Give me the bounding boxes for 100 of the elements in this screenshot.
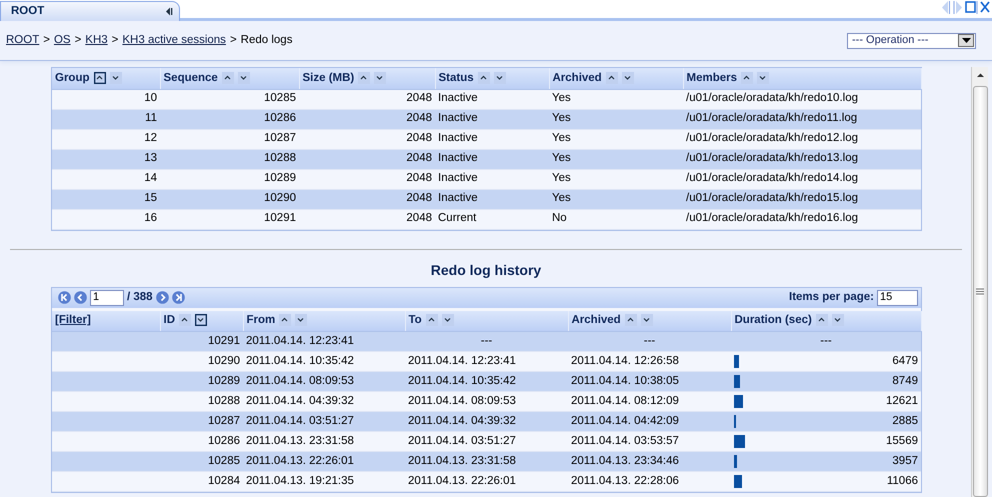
table-cell-text: 3957 [892, 454, 918, 469]
table-cell: 2011.04.13. 22:28:06 [568, 472, 731, 492]
breadcrumb-current: Redo logs [240, 34, 292, 46]
table-cell: No [549, 209, 683, 229]
table-cell-text: 12621 [886, 394, 918, 409]
first-page-icon[interactable] [58, 291, 71, 304]
table-cell: 13 [52, 149, 160, 169]
root-tab[interactable]: ROOT [0, 1, 180, 21]
table-cell: --- [405, 332, 568, 352]
table-cell: 2048 [299, 169, 435, 189]
table-cell: 10291 [160, 209, 299, 229]
table-cell: Inactive [435, 129, 549, 149]
next-page-icon[interactable] [156, 291, 169, 304]
table-cell: Yes [549, 149, 683, 169]
table-cell: /u01/oracle/oradata/kh/redo12.log [683, 129, 921, 149]
table-cell: 2011.04.14. 08:09:53 [243, 372, 405, 392]
table-cell: 2011.04.14. 03:53:57 [568, 432, 731, 452]
items-per-page-label: Items per page: [789, 290, 874, 305]
table-cell: 10 [52, 89, 160, 109]
table-cell: 2011.04.13. 23:34:46 [568, 452, 731, 472]
table-cell: 10285 [160, 89, 299, 109]
table-cell: Inactive [435, 109, 549, 129]
table-cell: 14 [52, 169, 160, 189]
table-cell: 10290 [160, 352, 243, 372]
table-cell: Yes [549, 169, 683, 189]
table-cell: 2011.04.14. 10:35:42 [405, 372, 568, 392]
table-cell: 2011.04.14. 12:23:41 [243, 332, 405, 352]
table-cell: 10289 [160, 169, 299, 189]
column-header[interactable]: Group [52, 68, 160, 89]
table-cell: Inactive [435, 189, 549, 209]
caret-icon [962, 38, 970, 44]
table-cell: Yes [549, 189, 683, 209]
table-cell: 10284 [160, 472, 243, 492]
collapse-icon[interactable] [165, 7, 173, 16]
table-cell: 2011.04.14. 04:39:32 [243, 392, 405, 412]
table-cell: 2048 [299, 189, 435, 209]
table-cell: 2011.04.13. 23:31:58 [405, 452, 568, 472]
items-per-page-field[interactable]: 15 [877, 290, 918, 306]
filter-link[interactable]: [Filter] [55, 314, 91, 326]
column-header[interactable]: ID [160, 310, 243, 332]
table-cell: 10287 [160, 129, 299, 149]
table-cell: 2011.04.13. 23:31:58 [243, 432, 405, 452]
table-cell-text: 11066 [886, 474, 918, 489]
table-cell: 10286 [160, 109, 299, 129]
table-cell: Inactive [435, 89, 549, 109]
table-cell: 2011.04.14. 10:38:05 [568, 372, 731, 392]
table-cell: 2011.04.14. 03:51:27 [243, 412, 405, 432]
table-cell: 2048 [299, 149, 435, 169]
table-cell: 2011.04.14. 03:51:27 [405, 432, 568, 452]
close-icon[interactable] [980, 0, 990, 15]
table-cell: 2011.04.14. 12:26:58 [568, 352, 731, 372]
breadcrumb-separator: > [43, 34, 50, 46]
table-cell: 2011.04.14. 08:12:09 [568, 392, 731, 412]
operation-dropdown[interactable]: --- Operation --- [847, 32, 976, 48]
table-cell: 11 [52, 109, 160, 129]
table-cell: 2011.04.14. 12:23:41 [405, 352, 568, 372]
table-cell: 2048 [299, 209, 435, 229]
table-cell: 2048 [299, 109, 435, 129]
maximize-icon[interactable] [965, 0, 978, 15]
previous-page-icon[interactable] [74, 291, 87, 304]
breadcrumb-separator: > [112, 34, 118, 46]
table-cell: 2011.04.14. 08:09:53 [405, 392, 568, 412]
table-cell: 12 [52, 129, 160, 149]
breadcrumb-link[interactable]: KH3 [85, 34, 108, 46]
table-cell: 10288 [160, 392, 243, 412]
table-cell: 2011.04.13. 22:26:01 [243, 452, 405, 472]
table-cell: /u01/oracle/oradata/kh/redo13.log [683, 149, 921, 169]
table-cell: 2011.04.14. 04:42:09 [568, 412, 731, 432]
table-cell: 10289 [160, 372, 243, 392]
dropdown-button[interactable] [958, 34, 974, 47]
table-cell: 2011.04.13. 19:21:35 [243, 472, 405, 492]
table-cell: 2011.04.13. 22:26:01 [405, 472, 568, 492]
table-cell: Inactive [435, 149, 549, 169]
vertical-scrollbar[interactable] [971, 67, 988, 497]
table-cell: 10286 [160, 432, 243, 452]
sort-ascending-icon[interactable] [94, 72, 106, 84]
table-cell: 10287 [160, 412, 243, 432]
table-cell: 2011.04.14. 04:39:32 [405, 412, 568, 432]
table-cell: Inactive [435, 169, 549, 189]
table-cell: Yes [549, 109, 683, 129]
last-page-icon[interactable] [172, 291, 185, 304]
table-cell: Yes [549, 129, 683, 149]
table-cell: --- [568, 332, 731, 352]
table-cell: /u01/oracle/oradata/kh/redo10.log [683, 89, 921, 109]
breadcrumb-link[interactable]: OS [54, 34, 71, 46]
page-total: / 388 [127, 290, 153, 305]
table-cell: 2048 [299, 129, 435, 149]
breadcrumb-link[interactable]: ROOT [6, 34, 40, 46]
section-title: Redo log history [430, 260, 542, 280]
page-number-field[interactable]: 1 [90, 290, 124, 306]
scroll-up-icon[interactable] [976, 71, 984, 80]
sort-descending-icon[interactable] [195, 314, 207, 326]
table-cell: 10290 [160, 189, 299, 209]
table-cell: 10288 [160, 149, 299, 169]
table-cell: Current [435, 209, 549, 229]
breadcrumb-separator: > [74, 34, 82, 46]
table-cell: 2048 [299, 89, 435, 109]
table-cell-text: 8749 [892, 374, 918, 389]
breadcrumb-link[interactable]: KH3 active sessions [122, 34, 226, 46]
table-cell: /u01/oracle/oradata/kh/redo14.log [683, 169, 921, 189]
